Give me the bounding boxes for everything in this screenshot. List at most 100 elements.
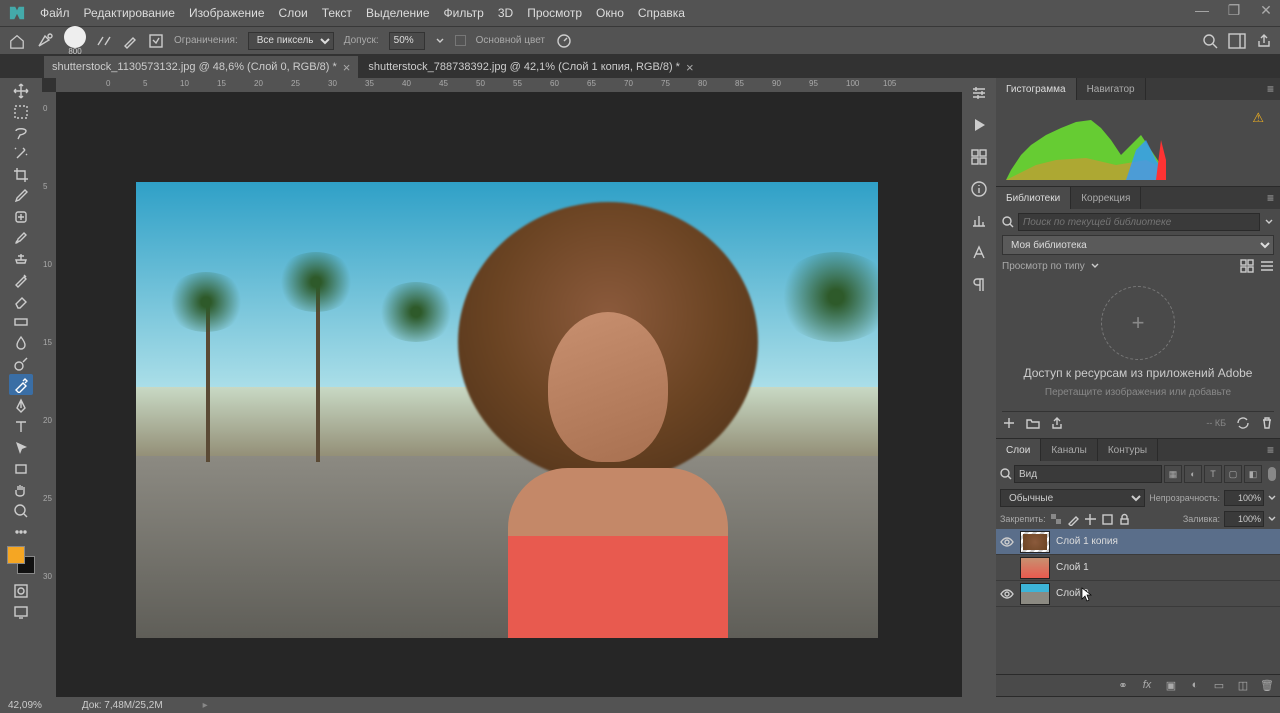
move-tool[interactable] <box>9 80 33 101</box>
eraser-tool[interactable] <box>9 290 33 311</box>
layer-thumbnail[interactable] <box>1020 557 1050 579</box>
chevron-down-icon[interactable] <box>1268 515 1276 523</box>
brush-panel-icon[interactable] <box>148 33 164 49</box>
brush-size-preview[interactable] <box>64 26 86 48</box>
horizontal-ruler[interactable]: 0 5 10 15 20 25 30 35 40 45 50 55 60 65 … <box>56 78 962 92</box>
eyedropper-tool[interactable] <box>9 185 33 206</box>
new-layer-icon[interactable]: ◫ <box>1236 679 1250 693</box>
maincolor-checkbox[interactable] <box>455 35 466 46</box>
group-icon[interactable]: ▭ <box>1212 679 1226 693</box>
path-selection-tool[interactable] <box>9 437 33 458</box>
info-icon[interactable] <box>970 180 988 198</box>
warning-icon[interactable]: ⚠ <box>1252 110 1264 126</box>
history-brush-tool[interactable] <box>9 269 33 290</box>
mask-icon[interactable]: ▣ <box>1164 679 1178 693</box>
lock-transparency-icon[interactable] <box>1050 513 1063 526</box>
character-icon[interactable] <box>970 244 988 262</box>
chevron-down-icon[interactable] <box>1091 262 1099 270</box>
marquee-tool[interactable] <box>9 101 33 122</box>
canvas-image[interactable] <box>136 182 878 638</box>
brush-swap-icon[interactable] <box>96 33 112 49</box>
lock-artboard-icon[interactable] <box>1101 513 1114 526</box>
layer-thumbnail[interactable] <box>1020 531 1050 553</box>
tab-paths[interactable]: Контуры <box>1098 439 1158 461</box>
share-icon[interactable] <box>1256 33 1272 49</box>
document-tab[interactable]: shutterstock_1130573132.jpg @ 48,6% (Сло… <box>44 56 358 78</box>
play-icon[interactable] <box>970 116 988 134</box>
vertical-ruler[interactable]: 0 5 10 15 20 25 30 <box>42 92 56 697</box>
chevron-down-icon[interactable] <box>1264 217 1274 227</box>
adjust-icon[interactable] <box>970 84 988 102</box>
lock-pixels-icon[interactable] <box>1067 513 1080 526</box>
trash-icon[interactable]: 🗑 <box>1260 679 1274 693</box>
panel-menu-icon[interactable]: ≡ <box>1267 82 1274 96</box>
edit-toolbox[interactable] <box>9 521 33 542</box>
close-icon[interactable]: × <box>686 60 694 75</box>
tab-channels[interactable]: Каналы <box>1041 439 1098 461</box>
tolerance-input[interactable] <box>389 32 425 50</box>
quickmask-tool[interactable] <box>9 580 33 601</box>
window-minimize-icon[interactable]: — <box>1194 3 1210 19</box>
tool-preset-icon[interactable] <box>36 32 54 50</box>
filter-shape-icon[interactable]: ▢ <box>1224 465 1242 483</box>
workspace-icon[interactable] <box>1228 33 1246 49</box>
library-search-input[interactable] <box>1018 213 1260 231</box>
gradient-tool[interactable] <box>9 311 33 332</box>
crop-tool[interactable] <box>9 164 33 185</box>
background-eraser-tool[interactable] <box>9 374 33 395</box>
document-tab[interactable]: shutterstock_788738392.jpg @ 42,1% (Слой… <box>360 56 701 78</box>
zoom-tool[interactable] <box>9 500 33 521</box>
lock-all-icon[interactable] <box>1118 513 1131 526</box>
menu-layers[interactable]: Слои <box>279 6 308 20</box>
library-select[interactable]: Моя библиотека <box>1002 235 1274 255</box>
chevron-down-icon[interactable] <box>1268 494 1276 502</box>
type-tool[interactable] <box>9 416 33 437</box>
list-view-icon[interactable] <box>1260 259 1274 273</box>
panel-menu-icon[interactable]: ≡ <box>1267 443 1274 457</box>
fill-input[interactable] <box>1224 511 1264 527</box>
tab-layers[interactable]: Слои <box>996 439 1041 461</box>
layer-thumbnail[interactable] <box>1020 583 1050 605</box>
screenmode-tool[interactable] <box>9 601 33 622</box>
trash-icon[interactable] <box>1260 416 1274 430</box>
lock-position-icon[interactable] <box>1084 513 1097 526</box>
layer-row[interactable]: Слой 1 копия <box>996 529 1280 555</box>
clone-stamp-tool[interactable] <box>9 248 33 269</box>
healing-brush-tool[interactable] <box>9 206 33 227</box>
lasso-tool[interactable] <box>9 122 33 143</box>
library-dropzone[interactable]: + Доступ к ресурсам из приложений Adobe … <box>1002 277 1274 407</box>
blend-mode-select[interactable]: Обычные <box>1000 489 1145 507</box>
window-close-icon[interactable]: ✕ <box>1258 3 1274 19</box>
window-maximize-icon[interactable]: ❐ <box>1226 3 1242 19</box>
close-icon[interactable]: × <box>343 60 351 75</box>
home-icon[interactable] <box>8 33 26 49</box>
add-icon[interactable] <box>1002 416 1016 430</box>
dodge-tool[interactable] <box>9 353 33 374</box>
visibility-icon[interactable] <box>1000 535 1014 549</box>
foreground-color[interactable] <box>7 546 25 564</box>
document-size[interactable]: Док: 7,48M/25,2M <box>82 700 163 711</box>
paragraph-icon[interactable] <box>970 276 988 294</box>
folder-icon[interactable] <box>1026 416 1040 430</box>
color-swatches[interactable] <box>7 546 35 574</box>
filter-adjust-icon[interactable]: ◐ <box>1184 465 1202 483</box>
menu-3d[interactable]: 3D <box>498 6 513 20</box>
layer-row[interactable]: Слой 0 <box>996 581 1280 607</box>
filter-image-icon[interactable]: ▦ <box>1164 465 1182 483</box>
zoom-level[interactable]: 42,09% <box>8 700 42 711</box>
opacity-input[interactable] <box>1224 490 1264 506</box>
brush-tool[interactable] <box>9 227 33 248</box>
layer-row[interactable]: Слой 1 <box>996 555 1280 581</box>
menu-file[interactable]: Файл <box>40 6 70 20</box>
limits-select[interactable]: Все пикселы <box>248 32 334 50</box>
menu-text[interactable]: Текст <box>322 6 352 20</box>
menu-edit[interactable]: Редактирование <box>84 6 175 20</box>
tab-navigator[interactable]: Навигатор <box>1077 78 1146 100</box>
upload-icon[interactable] <box>1050 416 1064 430</box>
menu-select[interactable]: Выделение <box>366 6 430 20</box>
search-icon[interactable] <box>1202 33 1218 49</box>
hand-tool[interactable] <box>9 479 33 500</box>
filter-toggle[interactable] <box>1268 467 1276 481</box>
levels-icon[interactable] <box>970 212 988 230</box>
magic-wand-tool[interactable] <box>9 143 33 164</box>
